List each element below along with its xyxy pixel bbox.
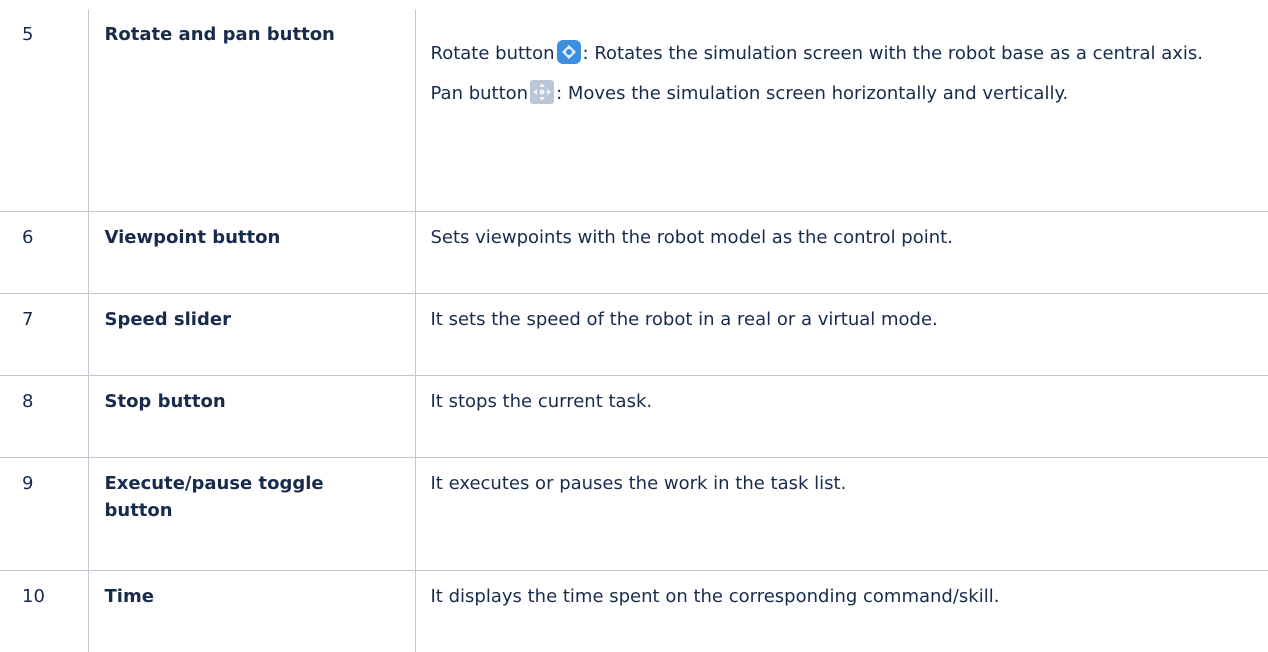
pan-description: Pan button : Moves the simulation screen … bbox=[431, 79, 1251, 107]
row-description: Sets viewpoints with the robot model as … bbox=[415, 212, 1268, 294]
row-number: 5 bbox=[0, 9, 88, 212]
row-name: Viewpoint button bbox=[88, 212, 415, 294]
row-description: Rotate button : Rotates the simulation sc… bbox=[415, 9, 1268, 212]
row-name: Stop button bbox=[88, 376, 415, 458]
rotate-label: Rotate button bbox=[431, 43, 555, 64]
row-name: Execute/pause toggle button bbox=[88, 458, 415, 571]
rotate-description: Rotate button : Rotates the simulation sc… bbox=[431, 39, 1251, 67]
table-row: 9 Execute/pause toggle button It execute… bbox=[0, 458, 1268, 571]
table-row: 8 Stop button It stops the current task. bbox=[0, 376, 1268, 458]
pan-label: Pan button bbox=[431, 83, 529, 104]
row-number: 9 bbox=[0, 458, 88, 571]
row-description: It sets the speed of the robot in a real… bbox=[415, 294, 1268, 376]
pan-icon bbox=[529, 79, 555, 105]
row-number: 10 bbox=[0, 571, 88, 652]
row-name: Rotate and pan button bbox=[88, 9, 415, 212]
row-description: It displays the time spent on the corres… bbox=[415, 571, 1268, 652]
table-row: 7 Speed slider It sets the speed of the … bbox=[0, 294, 1268, 376]
pan-text: : Moves the simulation screen horizontal… bbox=[556, 83, 1068, 104]
row-number: 7 bbox=[0, 294, 88, 376]
row-name: Speed slider bbox=[88, 294, 415, 376]
rotate-text: : Rotates the simulation screen with the… bbox=[583, 43, 1203, 64]
row-description: It stops the current task. bbox=[415, 376, 1268, 458]
row-description: It executes or pauses the work in the ta… bbox=[415, 458, 1268, 571]
row-number: 6 bbox=[0, 212, 88, 294]
table-row: 6 Viewpoint button Sets viewpoints with … bbox=[0, 212, 1268, 294]
description-table: 5 Rotate and pan button Rotate button : R… bbox=[0, 9, 1268, 652]
rotate-icon bbox=[556, 39, 582, 65]
table-row: 10 Time It displays the time spent on th… bbox=[0, 571, 1268, 652]
row-number: 8 bbox=[0, 376, 88, 458]
table-row: 5 Rotate and pan button Rotate button : R… bbox=[0, 9, 1268, 212]
row-name: Time bbox=[88, 571, 415, 652]
